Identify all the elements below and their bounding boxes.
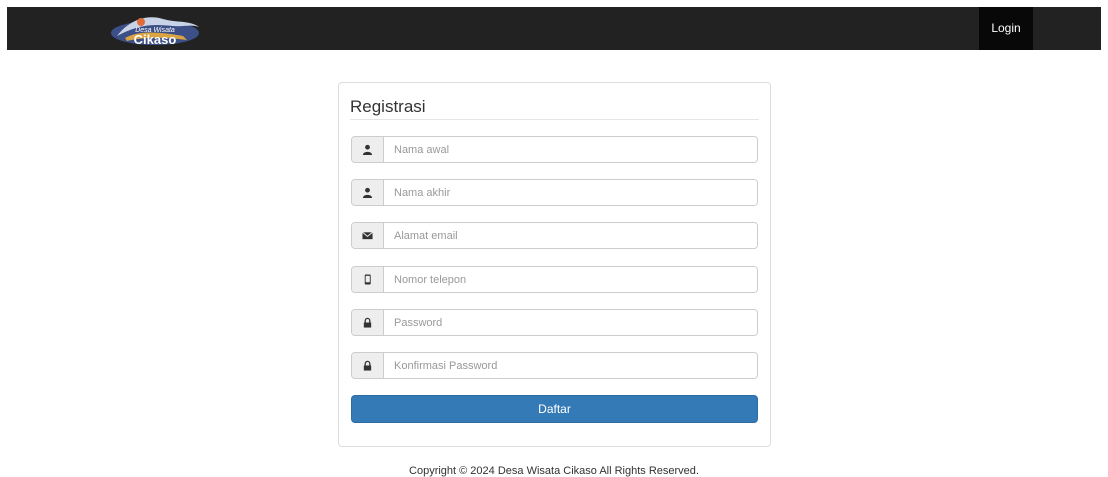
password-input[interactable] <box>384 310 757 335</box>
phone-group <box>351 266 758 293</box>
cikaso-logo-icon: Desa Wisata Cikaso <box>111 17 199 47</box>
user-icon <box>352 180 384 205</box>
confirm-password-group <box>351 352 758 379</box>
phone-input[interactable] <box>384 267 757 292</box>
svg-text:Cikaso: Cikaso <box>134 32 177 47</box>
last-name-group <box>351 179 758 206</box>
top-navbar: Desa Wisata Cikaso Login <box>7 7 1101 50</box>
confirm-password-input[interactable] <box>384 353 757 378</box>
site-logo[interactable]: Desa Wisata Cikaso <box>103 10 207 48</box>
envelope-icon <box>352 223 384 248</box>
user-icon <box>352 137 384 162</box>
lock-icon <box>352 310 384 335</box>
lock-icon <box>352 353 384 378</box>
footer-copyright: Copyright © 2024 Desa Wisata Cikaso All … <box>409 465 699 477</box>
first-name-input[interactable] <box>384 137 757 162</box>
email-group <box>351 222 758 249</box>
panel-title: Registrasi <box>350 97 426 116</box>
login-link[interactable]: Login <box>979 7 1033 50</box>
register-button[interactable]: Daftar <box>351 395 758 423</box>
title-divider <box>350 119 759 120</box>
email-field[interactable] <box>384 223 757 248</box>
last-name-input[interactable] <box>384 180 757 205</box>
first-name-group <box>351 136 758 163</box>
registration-panel: Registrasi Daftar <box>338 82 771 447</box>
phone-icon <box>352 267 384 292</box>
password-group <box>351 309 758 336</box>
